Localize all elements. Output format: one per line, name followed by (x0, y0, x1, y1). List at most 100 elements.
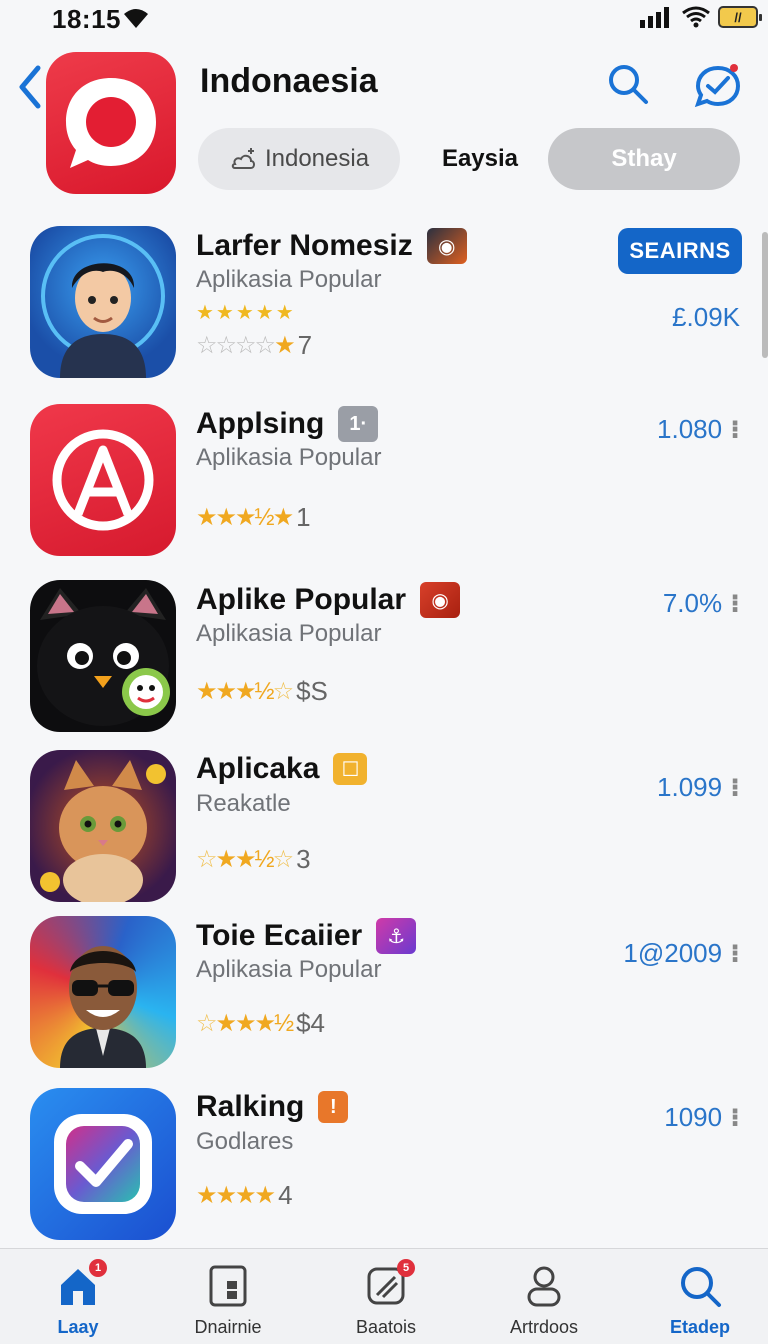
app-icon-black-cat (30, 580, 176, 732)
anchor-badge-icon: ⚓ (376, 918, 417, 954)
rating-stars: ☆☆☆☆★ (196, 332, 296, 359)
app-value-text: £.09K (672, 302, 740, 332)
tab-label: Artrdoos (509, 1317, 579, 1337)
filter-chip-label: Indonesia (264, 145, 370, 172)
app-value: 1090 ⁝ (664, 1102, 740, 1133)
status-indicators: // (640, 6, 762, 28)
letter-a-logo-icon (52, 429, 154, 531)
app-value-text: 1.099 (657, 772, 723, 802)
app-value: 1.080 ⁝ (657, 414, 740, 445)
list-item[interactable]: Aplike Popular ◉ Aplikasia Popular ★★★½☆… (0, 576, 768, 736)
app-icon-checkmark (30, 1088, 176, 1240)
list-item[interactable]: Toie Ecaiier ⚓ Aplikasia Popular ☆★★★½ $… (0, 912, 768, 1072)
filter-chip-sthay[interactable]: Sthay (548, 128, 740, 190)
battery-text: // (734, 9, 742, 25)
tab-label: Laay (57, 1317, 99, 1337)
more-options-icon[interactable]: ⁝ (730, 414, 740, 445)
app-icon-avatar (30, 226, 176, 378)
app-value-text: 1.080 (657, 414, 723, 444)
app-name: Aplicaka ☐ (196, 752, 368, 786)
avatar-man-icon (41, 234, 165, 378)
rating-count: 7 (297, 330, 313, 360)
app-rating: ☆☆☆☆★ 7 (196, 330, 312, 361)
app-value: 1.099 ⁝ (657, 772, 740, 803)
app-subtitle: Aplikasia Popular (196, 956, 382, 983)
app-subtitle: Godlares (196, 1128, 294, 1155)
list-item[interactable]: Applsing 1· Aplikasia Popular ★★★½★ 1 1.… (0, 400, 768, 560)
app-subtitle: Reakatle (196, 790, 291, 817)
app-name-text: Applsing (196, 407, 325, 440)
app-name-text: Aplicaka (196, 752, 320, 785)
app-rating: ★★★½★ 1 (196, 502, 311, 533)
app-rating: ☆★★★½ $4 (196, 1008, 325, 1039)
man-sunglasses-icon (60, 946, 146, 1068)
app-name: Larfer Nomesiz ◉ (196, 228, 467, 264)
rating-count: 1 (296, 502, 311, 532)
tab-laay[interactable]: 1 Laay (8, 1259, 148, 1343)
app-logo (46, 52, 176, 194)
signal-icon (640, 7, 669, 28)
page-title: Indonaesia (200, 62, 378, 100)
more-options-icon[interactable]: ⁝ (730, 772, 740, 803)
more-options-icon[interactable]: ⁝ (730, 938, 740, 969)
search-icon[interactable] (606, 62, 650, 106)
cloud-sparkle-icon (231, 148, 255, 169)
rating-stars: ★★★★ (196, 1182, 276, 1209)
location-icon (124, 9, 148, 28)
app-icon-cat (30, 750, 176, 902)
tab-etadep[interactable]: Etadep (630, 1263, 768, 1343)
filter-chip-eaysia[interactable]: Eaysia (410, 128, 550, 190)
app-value-text: 1090 (664, 1102, 723, 1132)
chat-check-icon[interactable] (694, 62, 742, 110)
app-icon-applsing (30, 404, 176, 556)
tabby-cat-icon (40, 760, 166, 902)
app-subtitle: Aplikasia Popular (196, 266, 382, 293)
app-name-text: Ralking (196, 1090, 305, 1123)
tab-artrdoos[interactable]: Artrdoos (474, 1263, 614, 1343)
tab-dnairnie[interactable]: Dnairnie (158, 1263, 298, 1343)
rating-count: 3 (296, 844, 311, 874)
tab-baatois[interactable]: 5 Baatois (316, 1259, 456, 1343)
back-chevron-icon[interactable] (14, 64, 44, 110)
tag-badge-icon: ! (318, 1091, 349, 1123)
app-name-text: Aplike Popular (196, 583, 407, 616)
app-rating: ★★★★ 4 (196, 1180, 293, 1211)
more-options-icon[interactable]: ⁝ (730, 588, 740, 619)
app-action-button[interactable]: SEAIRNS (618, 228, 742, 274)
rating-stars: ☆★★★½ (196, 1010, 294, 1037)
game-badge-icon: ◉ (420, 582, 461, 618)
app-subtitle: Aplikasia Popular (196, 620, 382, 647)
status-bar: 18:15 // (0, 0, 768, 44)
profile-badge-icon: ☐ (333, 753, 368, 785)
wifi-icon (682, 6, 710, 28)
list-item[interactable]: Larfer Nomesiz ◉ Aplikasia Popular ★★★★★… (0, 222, 768, 382)
tab-label: Etadep (669, 1317, 730, 1337)
checkmark-app-icon (54, 1114, 152, 1214)
black-cat-icon (37, 588, 170, 726)
app-value-text: 1@2009 (623, 938, 723, 968)
list-item[interactable]: Aplicaka ☐ Reakatle ☆★★½☆ 3 1.099 ⁝ (0, 746, 768, 906)
battery-icon: // (718, 6, 762, 28)
chat-bubble-logo-icon (66, 78, 156, 168)
filter-chip-label: Sthay (611, 145, 677, 172)
filter-chip-indonesia[interactable]: Indonesia (198, 128, 400, 190)
notification-badge: 1 (89, 1259, 107, 1277)
edit-icon: 5 (363, 1259, 415, 1309)
filter-chips: Indonesia Eaysia Sthay (198, 128, 748, 190)
app-value: £.09K (672, 302, 740, 333)
app-tag-badge: 1· (338, 406, 379, 442)
more-options-icon[interactable]: ⁝ (730, 1102, 740, 1133)
app-value: 7.0% ⁝ (663, 588, 740, 619)
list-item[interactable]: Ralking ! Godlares ★★★★ 4 1090 ⁝ (0, 1084, 768, 1244)
status-time: 18:15 (52, 4, 121, 34)
rating-stars-small: ★★★★★ (196, 302, 296, 324)
app-name: Ralking ! (196, 1090, 349, 1124)
app-subtitle: Aplikasia Popular (196, 444, 382, 471)
app-name: Toie Ecaiier ⚓ (196, 918, 417, 954)
home-icon: 1 (55, 1259, 107, 1309)
rating-stars: ★★★½☆ (196, 678, 294, 705)
tab-bar: 1 Laay Dnairnie 5 Baatois Artrdoos Etade… (0, 1248, 768, 1344)
rating-count: 4 (278, 1180, 293, 1210)
app-value: 1@2009 ⁝ (623, 938, 740, 969)
app-rating: ★★★½☆ $S (196, 676, 328, 707)
